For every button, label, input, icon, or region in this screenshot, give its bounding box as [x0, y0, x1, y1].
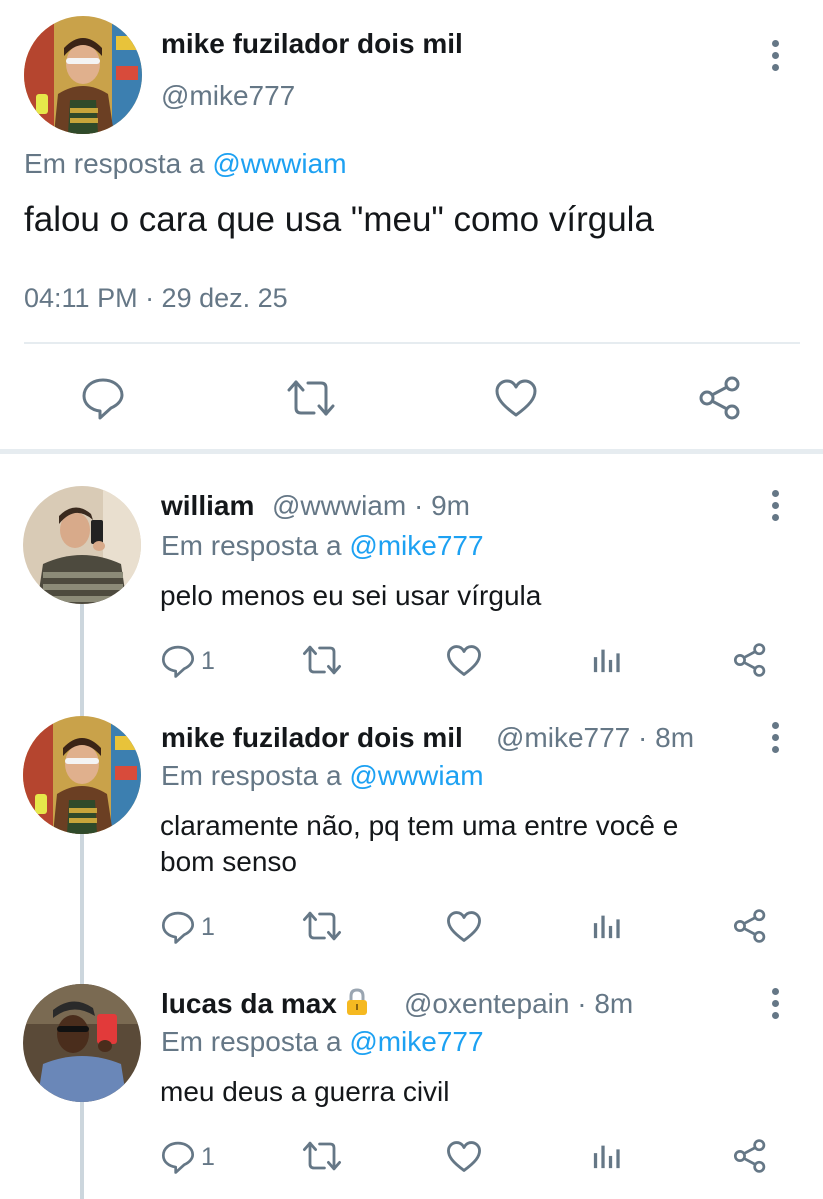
retweet-button[interactable]: [302, 1140, 342, 1172]
reply-mention-link[interactable]: @mike777: [349, 1026, 483, 1057]
main-tweet: mike fuzilador dois mil @mike777 Em resp…: [0, 0, 823, 452]
author-name-text: lucas da max: [161, 988, 337, 1019]
author-name[interactable]: mike fuzilador dois mil: [161, 28, 463, 60]
divider: [24, 342, 800, 344]
author-handle[interactable]: @mike777: [161, 80, 295, 112]
share-icon[interactable]: [698, 376, 742, 420]
analytics-button[interactable]: [592, 910, 622, 940]
more-options-icon[interactable]: [768, 40, 782, 76]
like-button[interactable]: [446, 910, 482, 943]
tweet-text: falou o cara que usa "meu" como vírgula: [24, 200, 654, 239]
avatar[interactable]: [24, 16, 142, 134]
retweet-icon[interactable]: [286, 378, 336, 418]
like-icon: [447, 645, 481, 676]
avatar[interactable]: [23, 486, 141, 604]
reply-icon[interactable]: [81, 376, 125, 420]
share-icon: [733, 1139, 766, 1173]
tweet-text-line: claramente não, pq tem uma entre você e: [160, 810, 679, 841]
reply-count: 1: [201, 912, 215, 941]
avatar[interactable]: [23, 984, 141, 1102]
analytics-icon: [593, 649, 620, 673]
like-icon: [447, 911, 481, 942]
author-handle-time[interactable]: @wwwiam · 9m: [272, 490, 470, 522]
author-handle-time[interactable]: @mike777 · 8m: [496, 722, 694, 754]
like-icon: [447, 1141, 481, 1172]
reply-mention-link[interactable]: @wwwiam: [212, 148, 346, 179]
author-handle-time[interactable]: @oxentepain · 8m: [404, 988, 633, 1020]
more-options-icon[interactable]: [768, 490, 782, 526]
share-button[interactable]: [733, 643, 767, 677]
analytics-button[interactable]: [592, 1140, 622, 1170]
reply-button[interactable]: 1: [161, 644, 215, 678]
analytics-icon: [593, 915, 620, 939]
like-icon[interactable]: [494, 378, 538, 418]
reply-icon: [161, 911, 195, 944]
reply-count: 1: [201, 1142, 215, 1171]
reply-prefix: Em resposta a: [161, 1026, 342, 1057]
tweet-timestamp[interactable]: 04:11 PM · 29 dez. 25: [24, 283, 288, 314]
retweet-button[interactable]: [302, 644, 342, 676]
like-button[interactable]: [446, 644, 482, 677]
reply-tweet[interactable]: lucas da max @oxentepain · 8m Em respost…: [0, 966, 823, 1199]
reply-mention-link[interactable]: @mike777: [349, 530, 483, 561]
retweet-icon: [303, 911, 341, 941]
lock-icon: [345, 988, 369, 1020]
reply-tweet[interactable]: mike fuzilador dois mil @mike777 · 8m Em…: [0, 700, 823, 966]
share-icon: [733, 909, 766, 943]
reply-icon: [161, 645, 195, 678]
reply-context: Em resposta a @mike777: [161, 530, 484, 562]
like-button[interactable]: [446, 1140, 482, 1173]
more-options-icon[interactable]: [768, 988, 782, 1024]
retweet-button[interactable]: [302, 910, 342, 942]
tweet-text: meu deus a guerra civil: [160, 1076, 450, 1107]
reply-context: Em resposta a @wwwiam: [161, 760, 484, 792]
reply-button[interactable]: 1: [161, 910, 215, 944]
reply-prefix: Em resposta a: [161, 530, 342, 561]
reply-tweet[interactable]: william @wwwiam · 9m Em resposta a @mike…: [0, 454, 823, 700]
analytics-button[interactable]: [592, 644, 622, 674]
author-name[interactable]: william: [161, 490, 254, 522]
reply-button[interactable]: 1: [161, 1140, 215, 1174]
share-button[interactable]: [733, 909, 767, 943]
retweet-icon: [303, 645, 341, 675]
avatar[interactable]: [23, 716, 141, 834]
author-name[interactable]: lucas da max: [161, 988, 369, 1020]
share-icon: [733, 643, 766, 677]
reply-prefix: Em resposta a: [161, 760, 342, 791]
reply-context: Em resposta a @wwwiam: [24, 148, 347, 180]
share-button[interactable]: [733, 1139, 767, 1173]
more-options-icon[interactable]: [768, 722, 782, 758]
analytics-icon: [593, 1145, 620, 1169]
tweet-text: pelo menos eu sei usar vírgula: [160, 580, 542, 611]
tweet-text: claramente não, pq tem uma entre você e …: [160, 808, 678, 880]
reply-mention-link[interactable]: @wwwiam: [349, 760, 483, 791]
reply-icon: [161, 1141, 195, 1174]
reply-prefix: Em resposta a: [24, 148, 205, 179]
reply-count: 1: [201, 646, 215, 675]
reply-context: Em resposta a @mike777: [161, 1026, 484, 1058]
retweet-icon: [303, 1141, 341, 1171]
tweet-text-line: bom senso: [160, 846, 297, 877]
author-name[interactable]: mike fuzilador dois mil: [161, 722, 463, 754]
